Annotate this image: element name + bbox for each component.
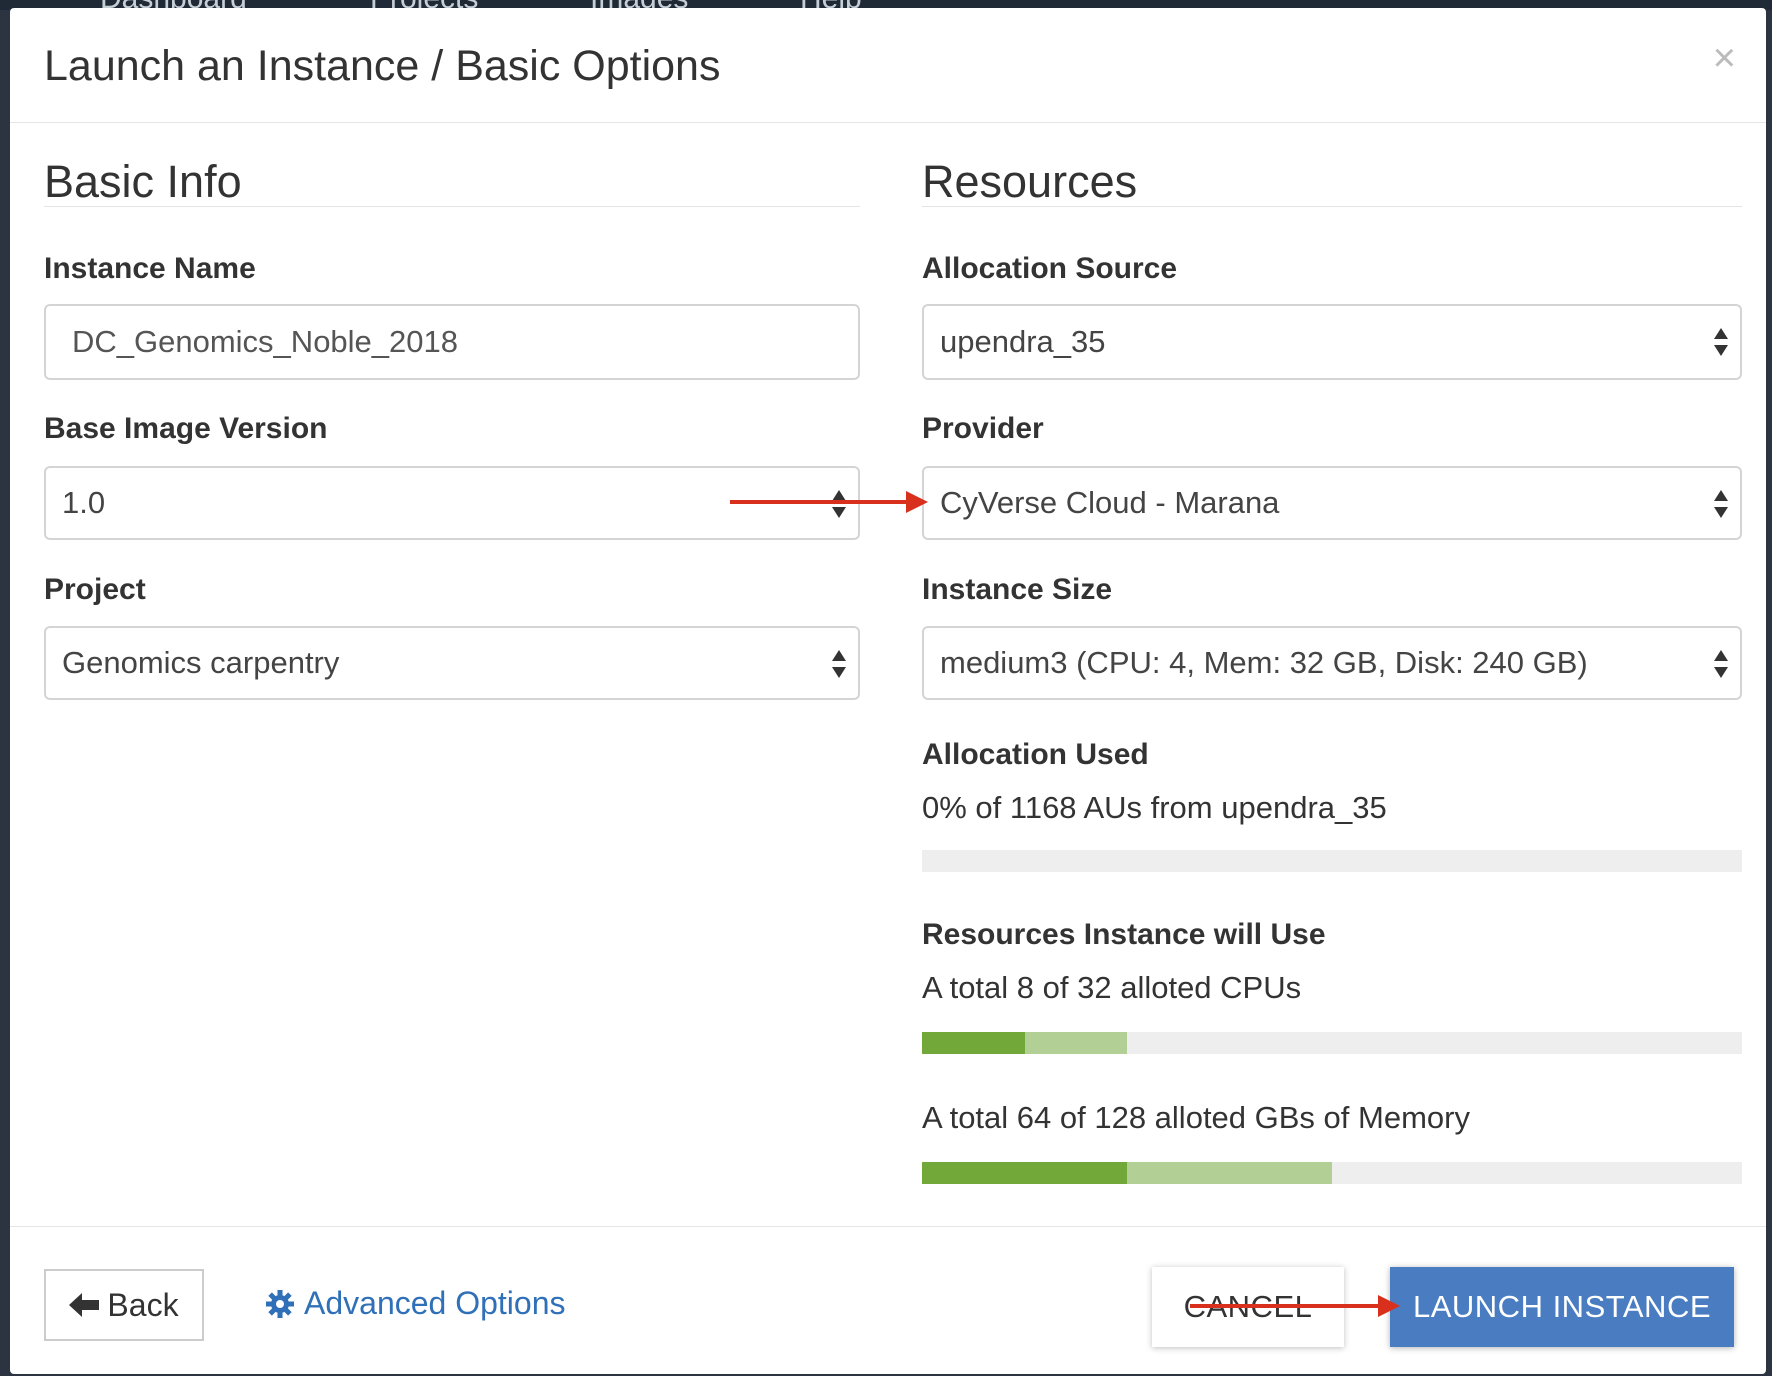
memory-current-fill — [922, 1162, 1127, 1184]
modal-header: Launch an Instance / Basic Options × — [10, 8, 1766, 123]
project-label: Project — [44, 573, 146, 606]
cpu-usage-text: A total 8 of 32 alloted CPUs — [922, 970, 1302, 1005]
allocation-used-label: Allocation Used — [922, 738, 1149, 771]
allocation-source-label: Allocation Source — [922, 252, 1178, 285]
instance-size-label: Instance Size — [922, 573, 1113, 606]
select-arrows-icon — [832, 490, 846, 518]
modal-footer: Back Advanced Options CANCEL LAUNCH INST… — [10, 1226, 1766, 1374]
cancel-button[interactable]: CANCEL — [1152, 1267, 1344, 1347]
modal-title: Launch an Instance / Basic Options — [44, 42, 721, 90]
instance-name-label: Instance Name — [44, 252, 256, 285]
resources-heading: Resources — [922, 156, 1138, 207]
memory-usage-text: A total 64 of 128 alloted GBs of Memory — [922, 1100, 1470, 1135]
memory-added-fill — [1127, 1162, 1332, 1184]
back-button[interactable]: Back — [44, 1269, 204, 1341]
basic-info-heading: Basic Info — [44, 156, 242, 207]
resources-divider — [922, 206, 1742, 207]
basic-info-divider — [44, 206, 860, 207]
select-arrows-icon — [1714, 650, 1728, 678]
cpu-usage-bar — [922, 1032, 1742, 1054]
select-arrows-icon — [1714, 490, 1728, 518]
resources-usage-label: Resources Instance will Use — [922, 918, 1326, 951]
project-select[interactable]: Genomics carpentry — [44, 626, 860, 700]
launch-instance-button[interactable]: LAUNCH INSTANCE — [1390, 1267, 1734, 1347]
cpu-added-fill — [1024, 1032, 1127, 1054]
cancel-button-label: CANCEL — [1183, 1289, 1313, 1324]
base-image-version-label: Base Image Version — [44, 412, 328, 445]
instance-size-select[interactable]: medium3 (CPU: 4, Mem: 32 GB, Disk: 240 G… — [922, 626, 1742, 700]
allocation-used-text: 0% of 1168 AUs from upendra_35 — [922, 790, 1387, 825]
gear-icon — [266, 1289, 294, 1318]
advanced-options-label: Advanced Options — [304, 1285, 566, 1321]
base-image-version-select[interactable]: 1.0 — [44, 466, 860, 540]
base-image-version-value: 1.0 — [62, 485, 106, 520]
launch-instance-button-label: LAUNCH INSTANCE — [1412, 1289, 1712, 1324]
allocation-used-bar — [922, 850, 1742, 872]
provider-value: CyVerse Cloud - Marana — [940, 485, 1280, 520]
arrow-left-icon — [69, 1293, 100, 1317]
allocation-source-value: upendra_35 — [940, 324, 1106, 359]
close-icon[interactable]: × — [1713, 38, 1736, 78]
select-arrows-icon — [1714, 328, 1728, 356]
launch-instance-modal: Launch an Instance / Basic Options × Bas… — [10, 8, 1766, 1374]
advanced-options-link[interactable]: Advanced Options — [266, 1285, 566, 1322]
memory-usage-bar — [922, 1162, 1742, 1184]
select-arrows-icon — [832, 650, 846, 678]
instance-size-value: medium3 (CPU: 4, Mem: 32 GB, Disk: 240 G… — [940, 645, 1588, 680]
back-button-label: Back — [107, 1286, 179, 1323]
provider-select[interactable]: CyVerse Cloud - Marana — [922, 466, 1742, 540]
allocation-source-select[interactable]: upendra_35 — [922, 304, 1742, 380]
cpu-current-fill — [922, 1032, 1025, 1054]
instance-name-input[interactable] — [44, 304, 860, 380]
provider-label: Provider — [922, 412, 1044, 445]
project-value: Genomics carpentry — [62, 645, 340, 680]
